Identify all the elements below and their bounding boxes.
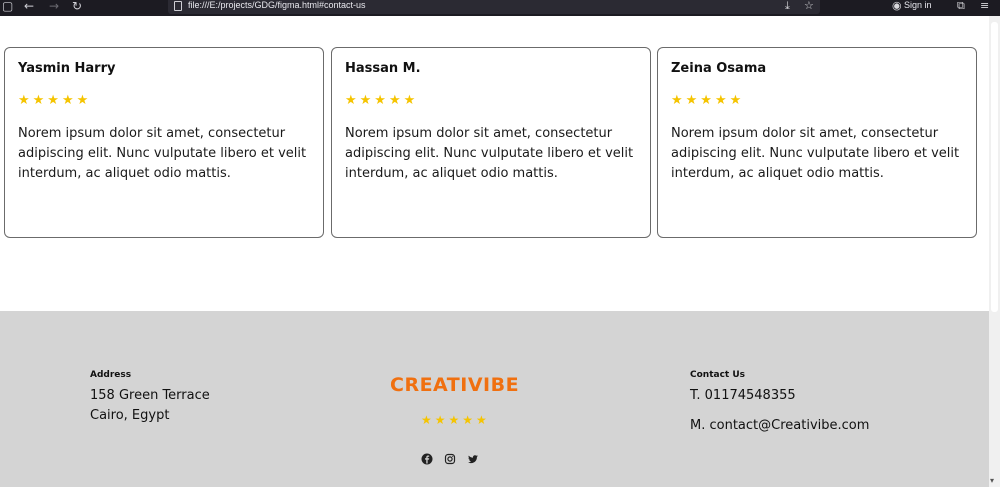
review-text: Norem ipsum dolor sit amet, consectetur … (345, 126, 634, 181)
download-icon[interactable]: ⤓ (785, 0, 790, 12)
browser-toolbar: ▢ ← → ↻ file:///E:/projects/GDG/figma.ht… (0, 0, 1000, 16)
address-line-1: 158 Green Terrace (90, 388, 210, 403)
review-text: Norem ipsum dolor sit amet, consectetur … (18, 126, 307, 181)
reviewer-name: Yasmin Harry (18, 61, 116, 76)
sign-in-button[interactable]: Sign in (904, 0, 932, 11)
forward-icon[interactable]: → (49, 0, 59, 14)
page-icon (174, 1, 182, 11)
account-icon[interactable]: ◉ (892, 0, 902, 12)
scrollbar-thumb[interactable] (991, 22, 998, 312)
address-label: Address (90, 370, 132, 380)
url-text[interactable]: file:///E:/projects/GDG/figma.html#conta… (188, 0, 366, 11)
twitter-icon[interactable] (466, 452, 480, 466)
extensions-icon[interactable]: ⧉ (957, 0, 965, 12)
scroll-down-icon[interactable]: ▾ (990, 477, 994, 485)
rating-stars-icon: ★★★★★ (345, 93, 419, 108)
back-icon[interactable]: ← (24, 0, 34, 14)
contact-email[interactable]: M. contact@Creativibe.com (690, 416, 869, 436)
reviewer-name: Hassan M. (345, 61, 421, 76)
bookmark-star-icon[interactable]: ☆ (804, 0, 814, 12)
review-text: Norem ipsum dolor sit amet, consectetur … (671, 126, 960, 181)
brand-logo[interactable]: CREATIVIBE (390, 374, 519, 396)
review-card: Yasmin Harry ★★★★★ Norem ipsum dolor sit… (4, 47, 324, 238)
facebook-icon[interactable] (420, 452, 434, 466)
address-bar[interactable]: file:///E:/projects/GDG/figma.html#conta… (168, 0, 820, 14)
brand-rating-stars-icon: ★★★★★ (421, 413, 490, 427)
address-line-2: Cairo, Egypt (90, 408, 170, 423)
vertical-scrollbar[interactable]: ▾ (989, 16, 1000, 487)
instagram-icon[interactable] (443, 452, 457, 466)
contact-label: Contact Us (690, 370, 746, 380)
review-card: Zeina Osama ★★★★★ Norem ipsum dolor sit … (657, 47, 977, 238)
reviewer-name: Zeina Osama (671, 61, 767, 76)
reload-icon[interactable]: ↻ (72, 0, 82, 14)
review-card: Hassan M. ★★★★★ Norem ipsum dolor sit am… (331, 47, 651, 238)
rating-stars-icon: ★★★★★ (18, 93, 92, 108)
contact-phone[interactable]: T. 01174548355 (690, 386, 796, 406)
sidebar-toggle-icon[interactable]: ▢ (2, 0, 13, 14)
rating-stars-icon: ★★★★★ (671, 93, 745, 108)
footer: Address 158 Green Terrace Cairo, Egypt C… (0, 311, 989, 487)
menu-icon[interactable]: ≡ (980, 0, 989, 12)
